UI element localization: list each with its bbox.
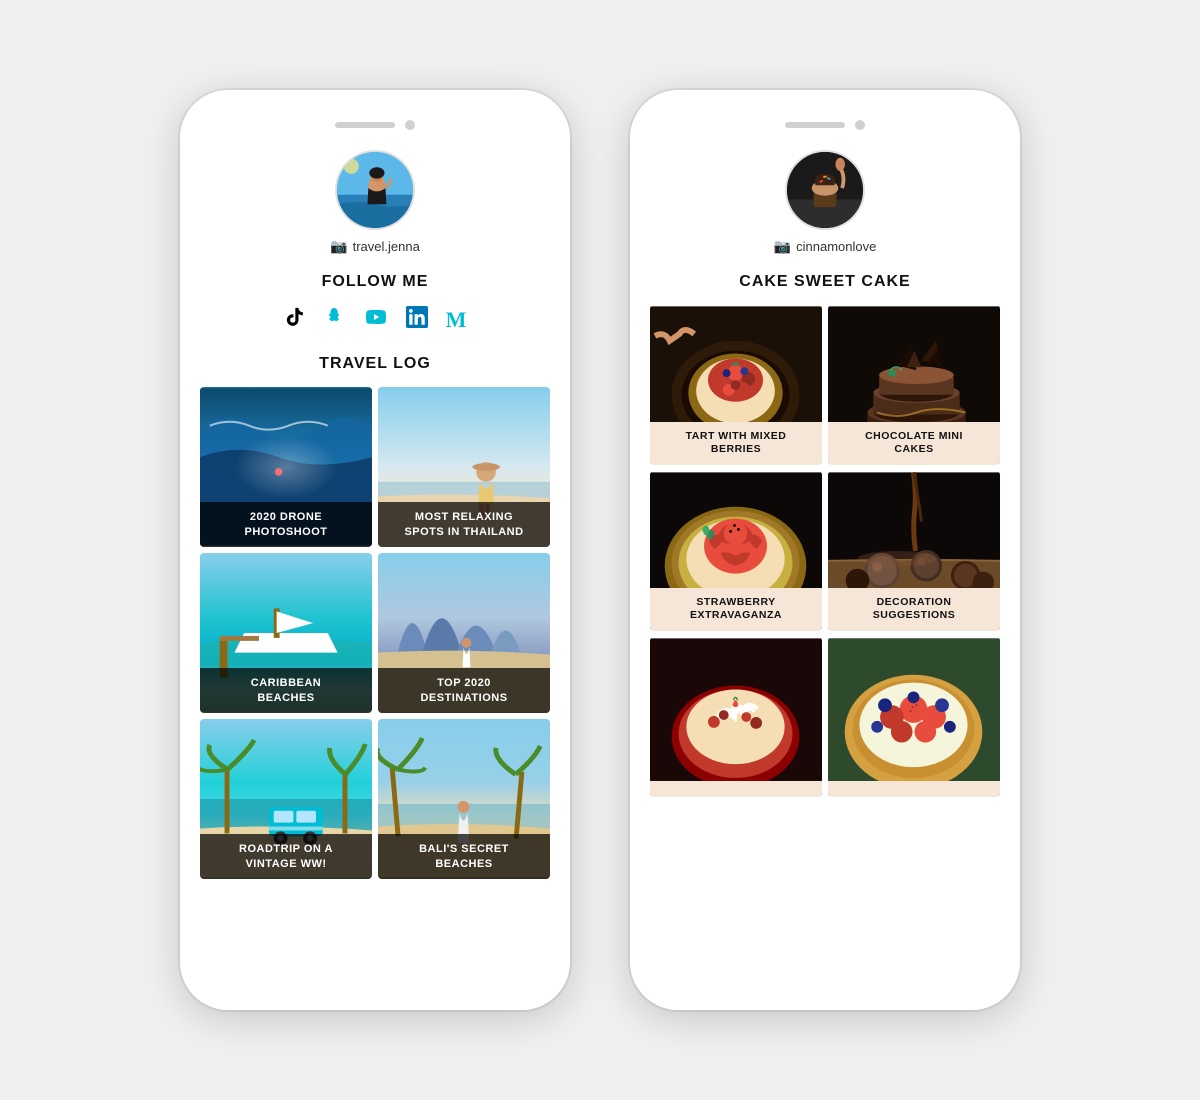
profile-section-food: 📷 cinnamonlove [650, 150, 1000, 255]
travel-photo-grid: 2020 DRONEPHOTOSHOOT [200, 387, 550, 879]
phone-notch-food [650, 120, 1000, 130]
post-destinations[interactable]: TOP 2020DESTINATIONS [378, 553, 550, 713]
instagram-icon-travel: 📷 [330, 238, 347, 255]
post-thailand-caption: MOST RELAXINGSPOTS IN THAILAND [378, 502, 550, 547]
post-thailand[interactable]: MOST RELAXINGSPOTS IN THAILAND [378, 387, 550, 547]
post-berry-tart2[interactable] [828, 637, 1000, 797]
avatar-travel-svg [337, 150, 413, 230]
notch-bar-food [785, 122, 845, 128]
post-caribbean[interactable]: CARIBBEANBEACHES [200, 553, 372, 713]
phone-notch-travel [200, 120, 550, 130]
username-food: 📷 cinnamonlove [774, 238, 877, 255]
post-tart-berries-caption: TART WITH MIXEDBERRIES [650, 422, 822, 465]
notch-dot-food [855, 120, 865, 130]
notch-dot [405, 120, 415, 130]
post-red-cake-caption [650, 781, 822, 797]
post-roadtrip[interactable]: ROADTRIP ON AVINTAGE WW! [200, 719, 372, 879]
phone-travel: 📷 travel.jenna FOLLOW ME M [180, 90, 570, 1010]
phones-container: 📷 travel.jenna FOLLOW ME M [180, 90, 1020, 1010]
avatar-food [785, 150, 865, 230]
follow-section: FOLLOW ME M [200, 273, 550, 335]
avatar-travel [335, 150, 415, 230]
post-strawberry[interactable]: STRAWBERRYEXTRAVAGANZA [650, 471, 822, 631]
username-travel: 📷 travel.jenna [330, 238, 420, 255]
medium-icon[interactable]: M [446, 309, 467, 331]
post-decoration-caption: DECORATIONSUGGESTIONS [828, 588, 1000, 631]
youtube-icon[interactable] [364, 305, 388, 335]
post-caribbean-caption: CARIBBEANBEACHES [200, 668, 372, 713]
travel-log-title: TRAVEL LOG [200, 355, 550, 373]
post-strawberry-caption: STRAWBERRYEXTRAVAGANZA [650, 588, 822, 631]
phone-food: 📷 cinnamonlove CAKE SWEET CAKE [630, 90, 1020, 1010]
notch-bar [335, 122, 395, 128]
post-roadtrip-caption: ROADTRIP ON AVINTAGE WW! [200, 834, 372, 879]
post-drone[interactable]: 2020 DRONEPHOTOSHOOT [200, 387, 372, 547]
post-decoration[interactable]: DECORATIONSUGGESTIONS [828, 471, 1000, 631]
avatar-food-svg [787, 150, 863, 230]
post-drone-caption: 2020 DRONEPHOTOSHOOT [200, 502, 372, 547]
snapchat-icon[interactable] [324, 306, 346, 334]
food-photo-grid: TART WITH MIXEDBERRIES [650, 305, 1000, 797]
social-icons: M [200, 305, 550, 335]
post-choc-mini[interactable]: CHOCOLATE MINICAKES [828, 305, 1000, 465]
profile-section-travel: 📷 travel.jenna [200, 150, 550, 255]
food-blog-title: CAKE SWEET CAKE [650, 273, 1000, 291]
post-berry-tart2-bg [828, 637, 1000, 797]
post-red-cake[interactable] [650, 637, 822, 797]
berry-tart2-image [828, 637, 1000, 797]
post-berry-tart2-caption [828, 781, 1000, 797]
post-bali-caption: BALI'S SECRETBEACHES [378, 834, 550, 879]
linkedin-icon[interactable] [406, 306, 428, 334]
follow-title: FOLLOW ME [200, 273, 550, 291]
red-cake-image [650, 637, 822, 797]
instagram-icon-food: 📷 [774, 238, 791, 255]
post-bali[interactable]: BALI'S SECRETBEACHES [378, 719, 550, 879]
post-red-cake-bg [650, 637, 822, 797]
post-destinations-caption: TOP 2020DESTINATIONS [378, 668, 550, 713]
tiktok-icon[interactable] [284, 306, 306, 334]
post-tart-berries[interactable]: TART WITH MIXEDBERRIES [650, 305, 822, 465]
post-choc-mini-caption: CHOCOLATE MINICAKES [828, 422, 1000, 465]
